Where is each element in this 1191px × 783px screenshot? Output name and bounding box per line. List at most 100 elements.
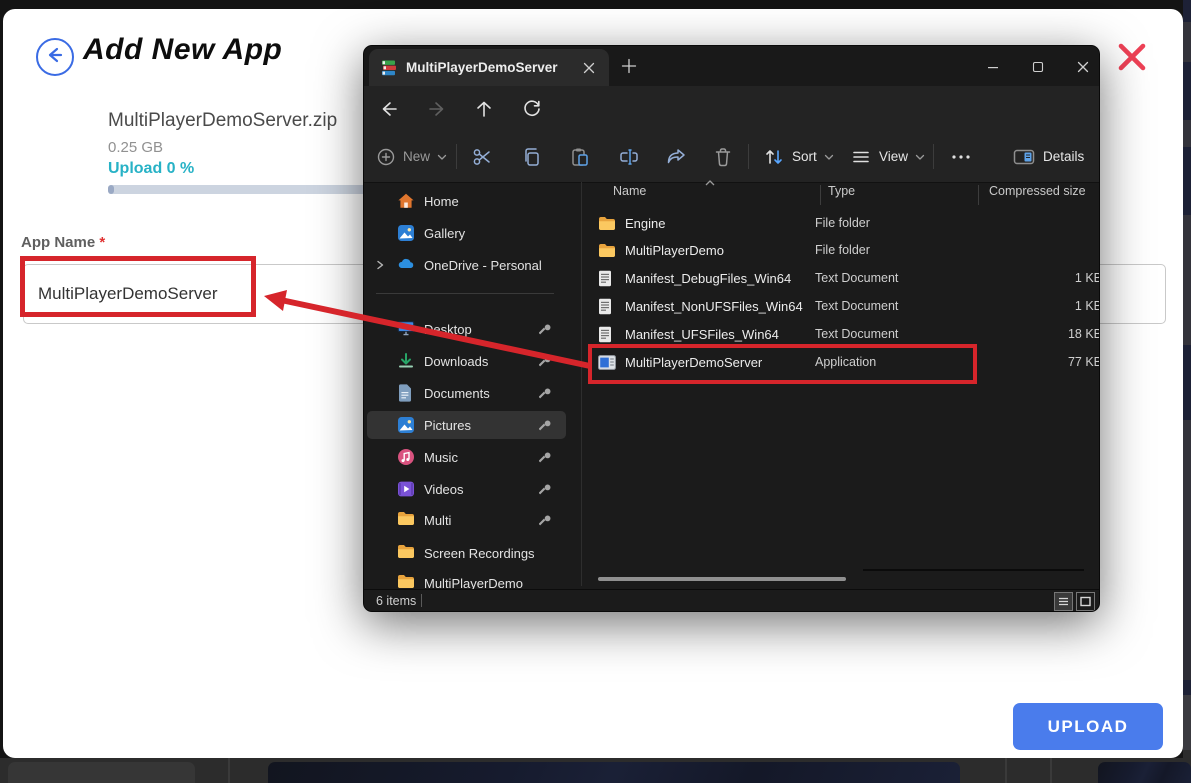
sidebar-item-label: Videos (424, 482, 539, 497)
explorer-navbar: ⋯ MultiPlayerDemoServer Search MultiP (364, 86, 1099, 131)
new-tab-button[interactable] (620, 57, 638, 75)
pane-divider (581, 182, 582, 586)
explorer-tab-title: MultiPlayerDemoServer (406, 60, 581, 75)
column-header-name[interactable]: Name (613, 184, 646, 198)
file-type: Text Document (815, 299, 960, 313)
column-divider (978, 185, 979, 205)
paste-button[interactable] (569, 131, 591, 182)
back-button[interactable] (36, 38, 74, 76)
background-band (1183, 0, 1191, 22)
view-icon (850, 146, 872, 168)
status-divider (421, 594, 422, 607)
sidebar-item-videos[interactable]: Videos (367, 475, 566, 503)
explorer-tab[interactable]: MultiPlayerDemoServer (369, 49, 609, 86)
sidebar-item-pictures[interactable]: Pictures (367, 411, 566, 439)
required-marker: * (99, 234, 105, 251)
rename-button[interactable] (618, 131, 640, 182)
background-divider (228, 758, 230, 783)
sidebar-item-downloads[interactable]: Downloads (367, 347, 566, 375)
sort-button[interactable]: Sort (763, 131, 835, 182)
chevron-down-icon (823, 151, 835, 163)
new-button[interactable]: New (376, 131, 448, 182)
share-button[interactable] (665, 131, 687, 182)
onedrive-icon (397, 256, 415, 274)
ellipsis-icon (949, 146, 973, 168)
background-card (8, 762, 195, 783)
tab-close-icon[interactable] (581, 60, 597, 76)
file-explorer-window: MultiPlayerDemoServer ⋯ MultiPlayerDemoS… (363, 45, 1100, 612)
sidebar-item-home[interactable]: Home (367, 187, 566, 215)
window-maximize-button[interactable] (1025, 58, 1051, 75)
expander-chevron-icon[interactable] (374, 259, 386, 271)
explorer-titlebar[interactable]: MultiPlayerDemoServer (364, 46, 1099, 86)
sidebar-item-multi[interactable]: Multi (367, 506, 566, 534)
column-divider (820, 185, 821, 205)
window-minimize-button[interactable] (980, 58, 1006, 75)
trash-icon (712, 146, 734, 168)
file-type: Text Document (815, 271, 960, 285)
details-pane-icon (1012, 147, 1036, 167)
sidebar-item-label: Gallery (424, 226, 566, 241)
file-row-manifest-debugfiles-win64[interactable]: Manifest_DebugFiles_Win64Text Document1 … (592, 264, 1100, 292)
copy-icon (521, 146, 543, 168)
file-row-multiplayerdemoserver[interactable]: MultiPlayerDemoServerApplication77 KB (592, 348, 1100, 376)
rename-icon (618, 146, 640, 168)
sidebar-item-gallery[interactable]: Gallery (367, 219, 566, 247)
background-card (268, 762, 960, 783)
app-name-label: App Name * (21, 234, 105, 251)
background-band (1183, 420, 1191, 550)
file-compressed-size: 77 KB (960, 355, 1100, 369)
file-compressed-size: 1 KB (960, 271, 1100, 285)
background-band (1183, 680, 1191, 695)
sort-icon (763, 146, 785, 168)
archive-app-icon (381, 60, 397, 76)
explorer-statusbar: 6 items (364, 589, 1099, 612)
pin-icon (539, 483, 552, 496)
sidebar-item-screen-recordings[interactable]: Screen Recordings (367, 539, 566, 567)
sidebar-item-desktop[interactable]: Desktop (367, 315, 566, 343)
folder-icon (397, 544, 415, 562)
nav-up-icon[interactable] (473, 98, 495, 120)
downloads-icon (397, 352, 415, 370)
scrollbar-track-line (863, 569, 1084, 571)
nav-refresh-icon[interactable] (521, 98, 543, 120)
file-row-multiplayerdemo[interactable]: MultiPlayerDemoFile folder (592, 236, 1100, 264)
large-icons-view-toggle[interactable] (1076, 592, 1095, 611)
page-title: Add New App (83, 33, 282, 67)
text-file-icon (598, 297, 616, 315)
file-row-engine[interactable]: EngineFile folder (592, 209, 1100, 237)
cut-button[interactable] (471, 131, 493, 182)
new-icon (376, 147, 396, 167)
home-icon (397, 192, 415, 210)
file-row-manifest-nonufsfiles-win64[interactable]: Manifest_NonUFSFiles_Win64Text Document1… (592, 292, 1100, 320)
close-icon (1115, 61, 1149, 78)
sidebar-item-documents[interactable]: Documents (367, 379, 566, 407)
details-button[interactable]: Details (1012, 131, 1084, 182)
file-type: File folder (815, 243, 960, 257)
nav-back-icon[interactable] (378, 98, 400, 120)
upload-button[interactable]: UPLOAD (1013, 703, 1163, 750)
more-options-button[interactable] (949, 131, 973, 182)
column-header-type[interactable]: Type (828, 184, 855, 198)
background-divider (1050, 758, 1052, 783)
modal-close-button[interactable] (1115, 40, 1149, 74)
sidebar-item-music[interactable]: Music (367, 443, 566, 471)
sidebar-item-onedrive-personal[interactable]: OneDrive - Personal (367, 251, 566, 279)
sidebar-item-label: Desktop (424, 322, 539, 337)
application-icon (598, 353, 616, 371)
view-button[interactable]: View (850, 131, 926, 182)
file-type: Application (815, 355, 960, 369)
toolbar-separator (933, 144, 934, 169)
file-name: Manifest_UFSFiles_Win64 (625, 327, 815, 342)
horizontal-scrollbar[interactable] (598, 577, 846, 581)
app-name-label-text: App Name (21, 234, 95, 251)
list-view-toggle[interactable] (1054, 592, 1073, 611)
column-header-size[interactable]: Compressed size (989, 184, 1086, 198)
background-band (1183, 550, 1191, 680)
copy-button[interactable] (521, 131, 543, 182)
window-close-button[interactable] (1070, 58, 1096, 75)
background-band (1183, 147, 1191, 215)
sort-label: Sort (792, 149, 817, 164)
nav-forward-icon[interactable] (426, 98, 448, 120)
file-row-manifest-ufsfiles-win64[interactable]: Manifest_UFSFiles_Win64Text Document18 K… (592, 320, 1100, 348)
